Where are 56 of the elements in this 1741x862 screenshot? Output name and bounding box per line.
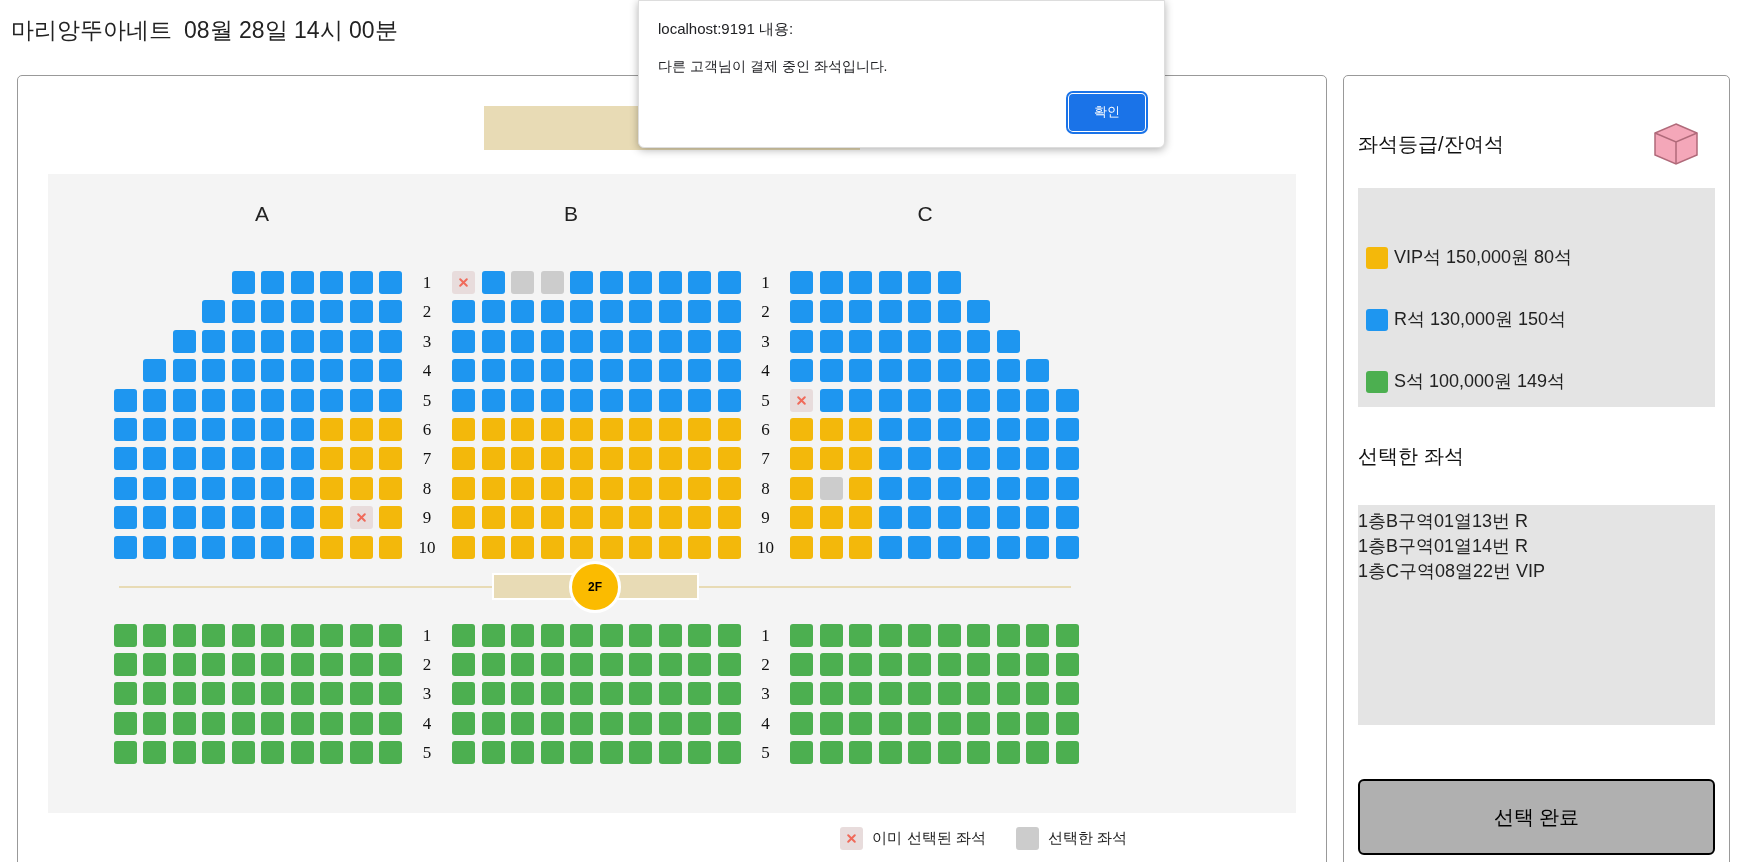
cross-icon	[458, 277, 469, 288]
row-number: 1	[421, 272, 433, 294]
row-number: 3	[421, 330, 433, 353]
row-number: 5	[421, 389, 433, 412]
section-label: C	[916, 201, 934, 227]
row-number: 10	[756, 536, 775, 559]
section-label: A	[254, 201, 270, 227]
grade-label: S석 100,000원 149석	[1394, 370, 1566, 393]
row-number: 2	[421, 653, 433, 676]
row-number: 6	[421, 418, 433, 441]
selected-title: 선택한 좌석	[1358, 444, 1465, 469]
row-number: 10	[417, 536, 437, 559]
row-number: 9	[421, 507, 433, 530]
confirm-button[interactable]: 선택 완료	[1358, 779, 1715, 855]
grade-label: VIP석 150,000원 80석	[1394, 246, 1573, 269]
row-number: 5	[760, 742, 771, 765]
grades-title: 좌석등급/잔여석	[1358, 132, 1504, 157]
row-number: 7	[421, 448, 433, 471]
row-number: 5	[760, 389, 771, 412]
row-number: 4	[760, 360, 771, 383]
row-number: 7	[760, 448, 771, 471]
legend-label: 선택한 좌석	[1047, 828, 1127, 849]
row-number: 9	[760, 507, 771, 530]
row-number: 6	[760, 418, 771, 441]
row-number: 8	[760, 477, 771, 500]
row-number: 8	[421, 477, 433, 500]
row-number: 4	[421, 712, 433, 735]
row-number: 4	[421, 360, 433, 383]
row-number: 2	[760, 653, 771, 676]
cube-icon	[1651, 121, 1701, 167]
dialog-message: 다른 고객님이 결제 중인 좌석입니다.	[658, 56, 889, 76]
section-label: B	[563, 201, 579, 227]
show-time: 08월 28일 14시 00분	[184, 15, 398, 45]
row-number: 5	[421, 742, 433, 765]
show-title: 마리앙뚜아네트	[11, 15, 172, 45]
row-number: 4	[760, 712, 771, 735]
row-number: 1	[760, 624, 771, 647]
row-number: 3	[421, 683, 433, 706]
ok-button[interactable]: 확인	[1069, 93, 1145, 131]
selected-seat-icon	[1015, 827, 1039, 850]
cross-icon	[796, 394, 807, 406]
dialog-origin: localhost:9191 내용:	[658, 19, 795, 39]
selected-seat-item: 1층C구역08열22번 VIP	[1358, 560, 1547, 583]
cross-icon	[355, 512, 367, 524]
row-number: 1	[421, 624, 433, 647]
legend-label: 이미 선택된 좌석	[872, 828, 986, 849]
grade-label: R석 130,000원 150석	[1394, 308, 1567, 331]
selected-seat-item: 1층B구역01열13번 R	[1358, 510, 1530, 533]
row-number: 3	[760, 683, 771, 706]
selected-seat-item: 1층B구역01열14번 R	[1358, 535, 1530, 558]
row-number: 1	[760, 272, 771, 294]
floor-badge: 2F	[569, 560, 621, 613]
row-number: 2	[760, 301, 771, 324]
row-number: 2	[421, 301, 433, 324]
taken-seat-icon	[840, 827, 864, 850]
row-number: 3	[760, 330, 771, 353]
